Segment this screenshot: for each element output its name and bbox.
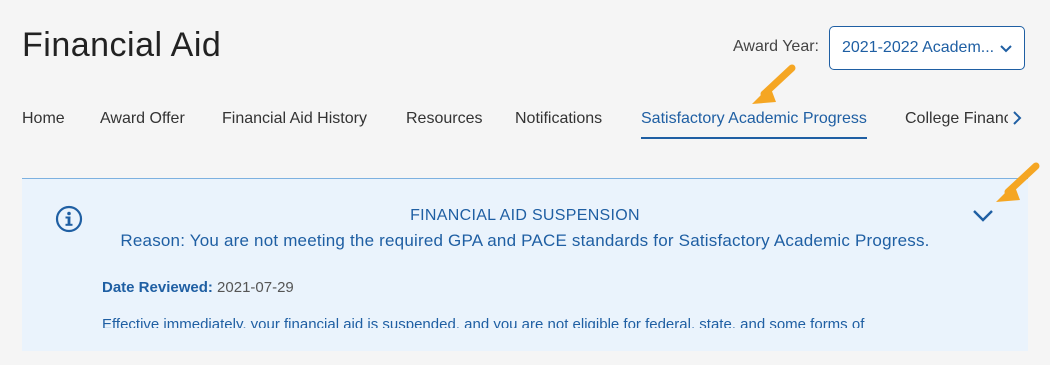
date-reviewed-value: 2021-07-29: [217, 279, 294, 296]
award-year-value: 2021-2022 Academ...: [842, 39, 995, 56]
tab-home[interactable]: Home: [22, 110, 65, 128]
tab-bar: Home Award Offer Financial Aid History R…: [0, 96, 1050, 146]
tab-college-financing-plan[interactable]: College Financing Plan: [905, 110, 1008, 128]
chevron-down-icon[interactable]: [972, 209, 994, 223]
tab-financial-aid-history[interactable]: Financial Aid History: [222, 110, 367, 128]
tab-notifications[interactable]: Notifications: [515, 110, 602, 128]
arrow-annotation-icon: [996, 162, 1040, 202]
alert-banner: FINANCIAL AID SUSPENSION Reason: You are…: [22, 178, 1028, 351]
chevron-down-icon: [1000, 45, 1012, 53]
info-circle-icon: [55, 205, 83, 233]
chevron-right-icon[interactable]: [1012, 110, 1022, 126]
date-reviewed-label: Date Reviewed:: [102, 279, 213, 296]
alert-message: Effective immediately, your financial ai…: [102, 316, 865, 328]
arrow-annotation-icon: [752, 64, 796, 104]
tab-resources[interactable]: Resources: [406, 110, 482, 128]
date-reviewed: Date Reviewed: 2021-07-29: [102, 279, 294, 296]
tab-satisfactory-academic-progress[interactable]: Satisfactory Academic Progress: [641, 110, 867, 139]
award-year-select[interactable]: 2021-2022 Academ...: [829, 26, 1025, 70]
page-title: Financial Aid: [22, 26, 222, 64]
tab-award-offer[interactable]: Award Offer: [100, 110, 185, 128]
alert-reason: Reason: You are not meeting the required…: [120, 231, 930, 250]
award-year-label: Award Year:: [733, 38, 819, 55]
alert-title: FINANCIAL AID SUSPENSION: [410, 207, 640, 224]
